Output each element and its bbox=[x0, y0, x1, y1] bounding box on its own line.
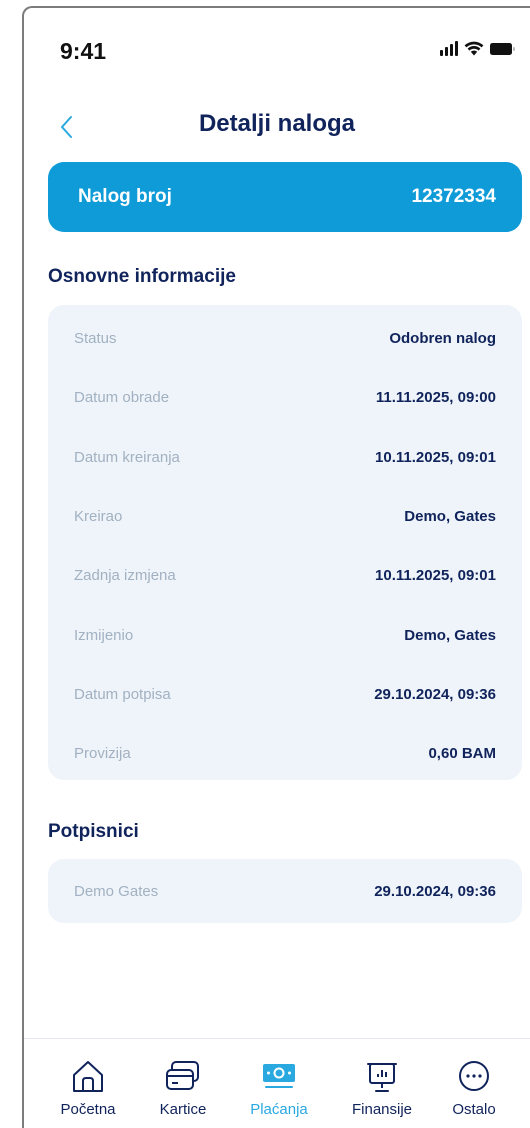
signer-name: Demo Gates bbox=[74, 882, 159, 900]
info-row-created-by: Kreirao Demo, Gates bbox=[74, 487, 496, 546]
tab-label: Kartice bbox=[159, 1101, 207, 1118]
signer-date: 29.10.2024, 09:36 bbox=[374, 882, 496, 900]
basic-info-card: Status Odobren nalog Datum obrade 11.11.… bbox=[48, 305, 522, 780]
info-row-modified-by: Izmijenio Demo, Gates bbox=[74, 605, 496, 664]
info-value: 10.11.2025, 09:01 bbox=[375, 448, 496, 466]
info-value: 29.10.2024, 09:36 bbox=[374, 685, 496, 703]
info-value: Demo, Gates bbox=[404, 508, 496, 526]
info-value: 10.11.2025, 09:01 bbox=[375, 567, 496, 585]
order-number-label: Nalog broj bbox=[78, 186, 172, 207]
signers-card: Demo Gates 29.10.2024, 09:36 bbox=[48, 859, 522, 923]
tab-label: Finansije bbox=[351, 1101, 413, 1118]
signers-title: Potpisnici bbox=[48, 821, 139, 842]
info-label: Kreirao bbox=[74, 508, 123, 526]
signal-icon bbox=[440, 41, 458, 56]
bottom-tab-bar: Početna Kartice Plaćanja Finansije Ostal… bbox=[24, 1038, 530, 1128]
page-title: Detalji naloga bbox=[198, 110, 356, 137]
tab-label: Početna bbox=[60, 1101, 116, 1118]
info-row-fee: Provizija 0,60 BAM bbox=[74, 724, 496, 783]
info-label: Provizija bbox=[74, 745, 131, 763]
tab-finance[interactable]: Finansije bbox=[337, 1057, 427, 1118]
info-label: Izmijenio bbox=[74, 626, 134, 644]
info-row-signature-date: Datum potpisa 29.10.2024, 09:36 bbox=[74, 665, 496, 724]
order-number-banner: Nalog broj 12372334 bbox=[48, 162, 522, 232]
info-row-processing-date: Datum obrade 11.11.2025, 09:00 bbox=[74, 368, 496, 427]
info-value: Odobren nalog bbox=[389, 330, 496, 348]
info-value: Demo, Gates bbox=[404, 626, 496, 644]
finance-icon bbox=[337, 1057, 427, 1095]
info-row-last-modified: Zadnja izmjena 10.11.2025, 09:01 bbox=[74, 546, 496, 605]
order-number-value: 12372334 bbox=[411, 186, 496, 207]
page-header: Detalji naloga bbox=[24, 100, 530, 156]
tab-cards[interactable]: Kartice bbox=[138, 1057, 228, 1118]
info-label: Datum obrade bbox=[74, 389, 170, 407]
tab-label: Plaćanja bbox=[250, 1101, 308, 1118]
wifi-icon bbox=[464, 41, 484, 56]
phone-screen: 9:41 Detalji naloga Nalog broj 12372334 … bbox=[22, 6, 530, 1128]
basic-info-title: Osnovne informacije bbox=[48, 266, 236, 287]
info-label: Datum kreiranja bbox=[74, 448, 180, 466]
info-value: 11.11.2025, 09:00 bbox=[375, 389, 496, 407]
tab-more[interactable]: Ostalo bbox=[429, 1057, 519, 1118]
more-icon bbox=[429, 1057, 519, 1095]
tab-label: Ostalo bbox=[452, 1101, 496, 1118]
cards-icon bbox=[138, 1057, 228, 1095]
status-time: 9:41 bbox=[60, 38, 107, 64]
info-row-status: Status Odobren nalog bbox=[74, 309, 496, 368]
info-label: Datum potpisa bbox=[74, 685, 171, 703]
payments-icon bbox=[234, 1057, 324, 1095]
info-value: 0,60 BAM bbox=[428, 745, 496, 763]
info-row-created-date: Datum kreiranja 10.11.2025, 09:01 bbox=[74, 428, 496, 487]
info-label: Status bbox=[74, 330, 117, 348]
tab-payments[interactable]: Plaćanja bbox=[234, 1057, 324, 1118]
signer-row: Demo Gates 29.10.2024, 09:36 bbox=[74, 859, 496, 923]
status-bar: 9:41 bbox=[24, 8, 530, 88]
info-label: Zadnja izmjena bbox=[74, 567, 176, 585]
home-icon bbox=[43, 1057, 133, 1095]
tab-home[interactable]: Početna bbox=[43, 1057, 133, 1118]
status-icons bbox=[440, 41, 516, 56]
battery-icon bbox=[490, 42, 516, 56]
